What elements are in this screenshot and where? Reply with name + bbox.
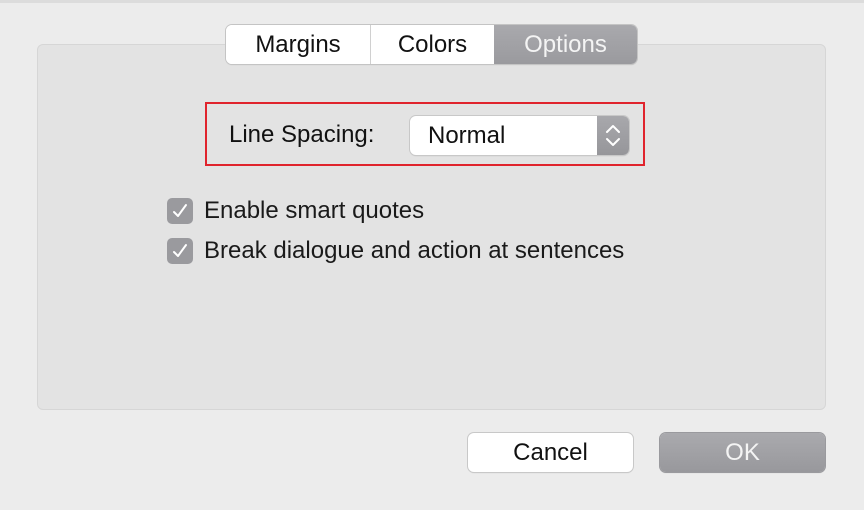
tab-bar: Margins Colors Options <box>226 25 637 64</box>
line-spacing-value: Normal <box>428 122 506 149</box>
ok-button[interactable]: OK <box>660 433 825 472</box>
tab-options[interactable]: Options <box>494 25 637 64</box>
window-top-edge <box>0 0 864 3</box>
up-down-chevron-icon[interactable] <box>597 116 629 155</box>
options-panel <box>37 44 826 410</box>
break-dialogue-label: Break dialogue and action at sentences <box>204 237 625 264</box>
break-dialogue-checkbox[interactable] <box>167 238 193 264</box>
checkmark-icon <box>173 204 187 217</box>
break-dialogue-option[interactable]: Break dialogue and action at sentences <box>167 237 624 265</box>
smart-quotes-option[interactable]: Enable smart quotes <box>167 197 424 225</box>
smart-quotes-checkbox[interactable] <box>167 198 193 224</box>
line-spacing-select[interactable]: Normal <box>410 116 629 155</box>
line-spacing-label: Line Spacing: <box>229 121 375 148</box>
tab-colors[interactable]: Colors <box>371 25 494 64</box>
cancel-button[interactable]: Cancel <box>468 433 633 472</box>
smart-quotes-label: Enable smart quotes <box>204 197 425 224</box>
checkmark-icon <box>173 244 187 257</box>
tab-margins[interactable]: Margins <box>226 25 371 64</box>
